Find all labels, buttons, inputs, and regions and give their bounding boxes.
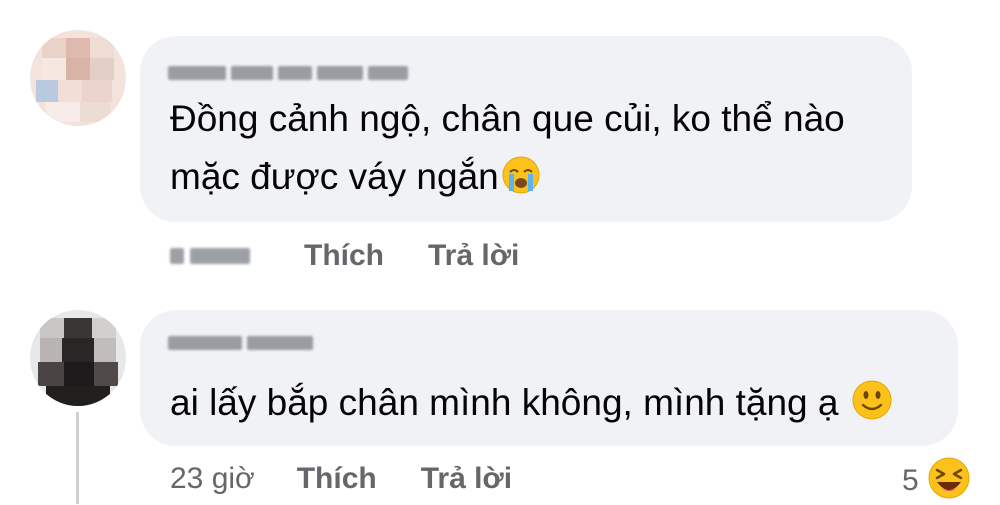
reply-button[interactable]: Trả lời <box>421 462 512 496</box>
pixelated-avatar-image <box>30 310 126 406</box>
comment-time-blurred[interactable] <box>170 248 262 264</box>
comment-meta: 23 giờ Thích Trả lời <box>170 459 512 499</box>
laughing-face-icon <box>927 456 971 505</box>
avatar[interactable] <box>30 310 126 406</box>
thread-line <box>76 412 79 504</box>
comment-bubble: Đồng cảnh ngộ, chân que củi, ko thể nào … <box>140 36 912 222</box>
comment-meta: Thích Trả lời <box>170 236 519 276</box>
author-name-blurred[interactable] <box>168 332 313 354</box>
reaction-count: 5 <box>902 463 919 497</box>
reply-button[interactable]: Trả lời <box>428 239 519 273</box>
pixelated-avatar-image <box>30 30 126 126</box>
comment-time[interactable]: 23 giờ <box>170 462 255 496</box>
reaction-summary[interactable]: 5 <box>902 456 971 505</box>
slightly-smiling-face-icon <box>851 379 893 438</box>
like-button[interactable]: Thích <box>304 239 384 273</box>
avatar[interactable] <box>30 30 126 126</box>
author-name-blurred[interactable] <box>168 62 408 84</box>
comment-text: Đồng cảnh ngộ, chân que củi, ko thể nào … <box>170 90 845 212</box>
comment-text: ai lấy bắp chân mình không, mình tặng ạ <box>170 374 893 438</box>
like-button[interactable]: Thích <box>297 462 377 496</box>
crying-face-icon <box>501 154 541 212</box>
comment-bubble: ai lấy bắp chân mình không, mình tặng ạ <box>140 310 958 446</box>
